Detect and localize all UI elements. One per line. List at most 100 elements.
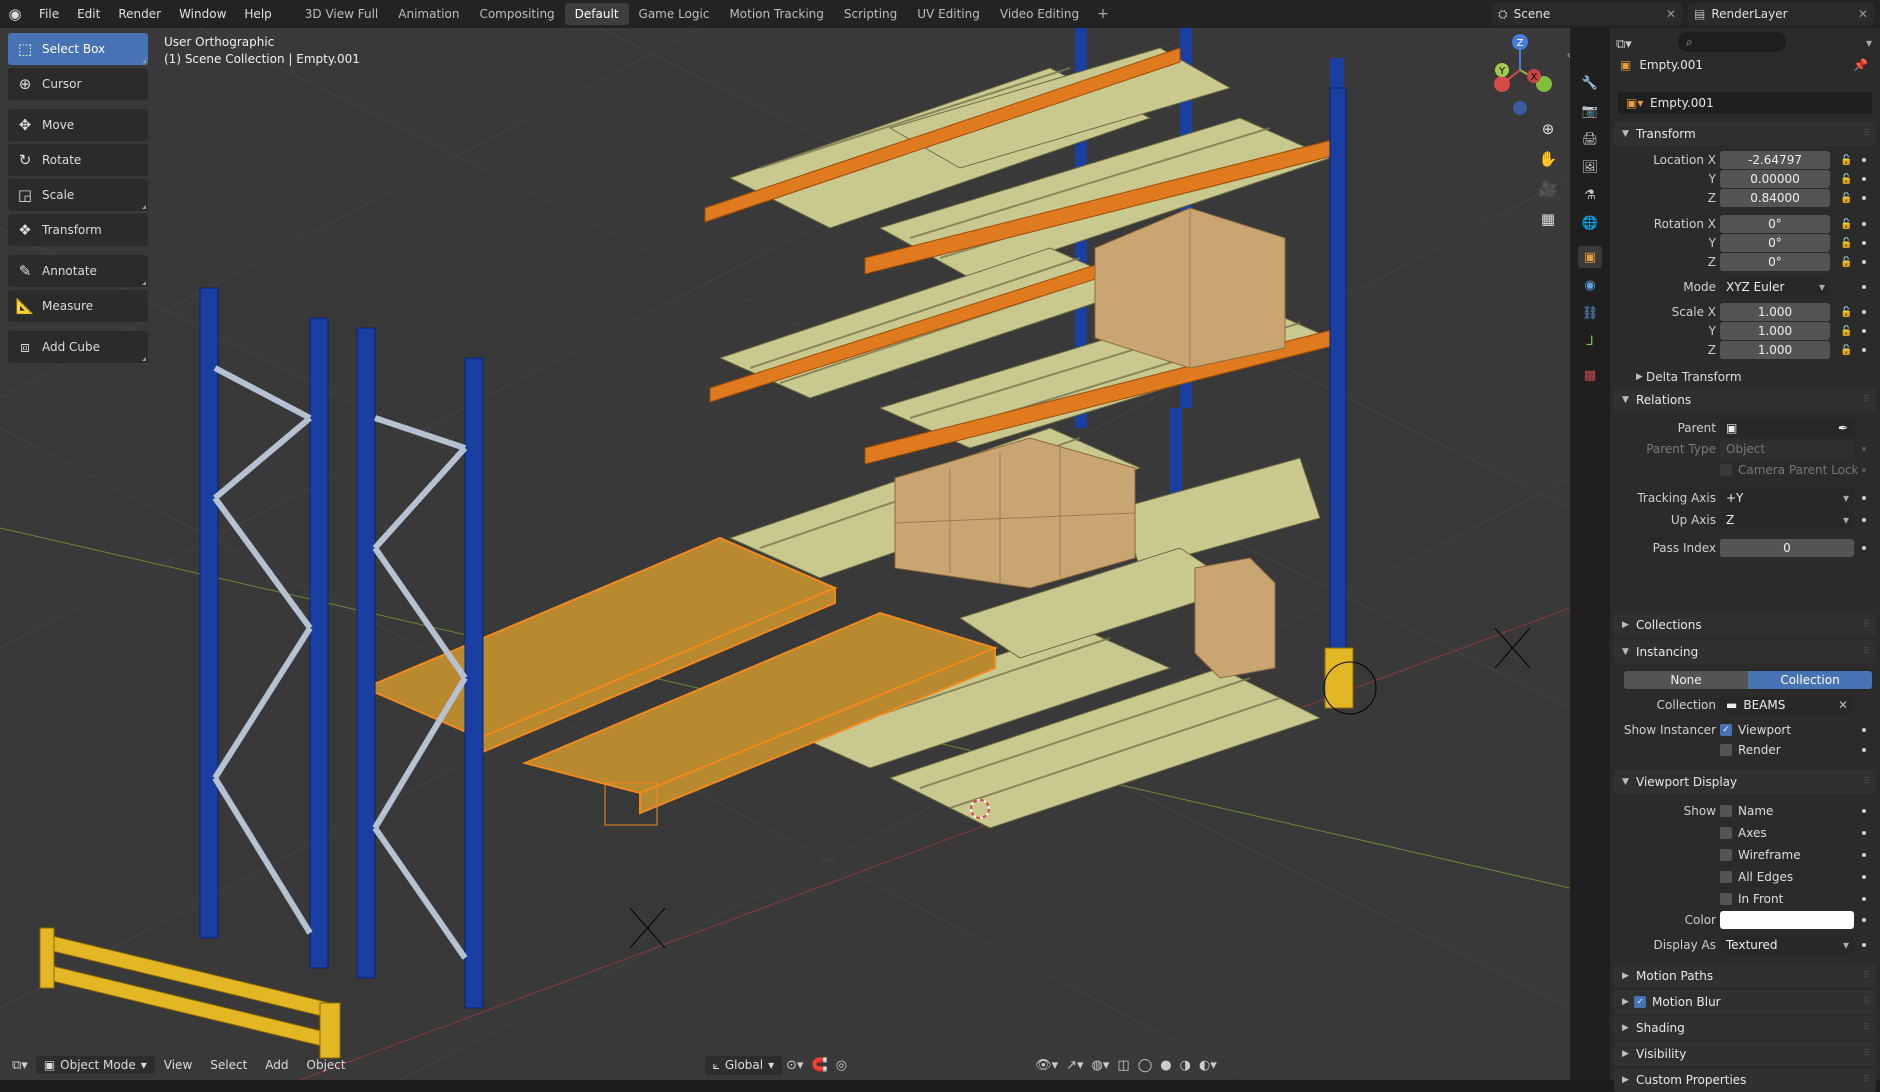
keyframe-dot[interactable]: [1862, 943, 1866, 947]
rotation-mode-dropdown[interactable]: XYZ Euler ▾: [1720, 278, 1830, 296]
tool-cursor[interactable]: ⊕ Cursor: [8, 68, 148, 100]
zoom-icon[interactable]: ⊕: [1535, 116, 1561, 142]
location-y-field[interactable]: 0.00000: [1720, 170, 1830, 188]
close-icon[interactable]: ✕: [1858, 7, 1874, 21]
visibility-icon[interactable]: 👁▾: [1031, 1058, 1062, 1073]
orientation-dropdown[interactable]: ⟀ Global ▾: [704, 1055, 783, 1075]
panel-transform[interactable]: ▼ Transform ⠿: [1614, 122, 1876, 146]
grip-icon[interactable]: ⠿: [1863, 620, 1870, 630]
keyframe-dot[interactable]: [1862, 285, 1866, 289]
keyframe-dot[interactable]: [1862, 196, 1866, 200]
lock-icon[interactable]: 🔓: [1840, 155, 1852, 166]
keyframe-dot[interactable]: [1862, 496, 1866, 500]
scale-x-field[interactable]: 1.000: [1720, 303, 1830, 321]
tab-scripting[interactable]: Scripting: [834, 3, 907, 25]
tab-3d-view-full[interactable]: 3D View Full: [295, 3, 389, 25]
instancing-none-button[interactable]: None: [1624, 671, 1748, 689]
view-layer-name[interactable]: RenderLayer: [1711, 7, 1787, 21]
panel-motion-paths[interactable]: ▶ Motion Paths ⠿: [1614, 964, 1876, 988]
menu-select[interactable]: Select: [201, 1058, 256, 1072]
instancing-collection-button[interactable]: Collection: [1748, 671, 1872, 689]
eyedropper-icon[interactable]: ✒: [1838, 419, 1848, 437]
close-icon[interactable]: ✕: [1838, 696, 1848, 714]
keyframe-dot[interactable]: [1862, 897, 1866, 901]
menu-file[interactable]: File: [30, 0, 68, 28]
camera-icon[interactable]: 🎥: [1535, 176, 1561, 202]
world-tab-icon[interactable]: 🌐: [1578, 212, 1602, 234]
constraints-tab-icon[interactable]: ⛓: [1578, 302, 1602, 324]
panel-relations[interactable]: ▼ Relations ⠿: [1614, 388, 1876, 412]
editor-type-icon[interactable]: ⧉▾: [8, 1058, 32, 1073]
show-name-checkbox[interactable]: [1720, 805, 1732, 817]
keyframe-dot[interactable]: [1862, 468, 1866, 472]
lock-icon[interactable]: 🔓: [1840, 238, 1852, 249]
view-layer-selector[interactable]: ▤ RenderLayer ✕: [1688, 3, 1874, 25]
tab-compositing[interactable]: Compositing: [469, 3, 564, 25]
subpanel-delta-transform[interactable]: ▶ Delta Transform: [1614, 367, 1876, 387]
keyframe-dot[interactable]: [1862, 853, 1866, 857]
shading-material-icon[interactable]: ◑: [1176, 1058, 1195, 1073]
panel-shading[interactable]: ▶ Shading ⠿: [1614, 1016, 1876, 1040]
tab-motion-tracking[interactable]: Motion Tracking: [719, 3, 833, 25]
tool-add-cube[interactable]: ⧈ Add Cube: [8, 331, 148, 363]
show-in-front-checkbox[interactable]: [1720, 893, 1732, 905]
keyframe-dot[interactable]: [1862, 447, 1866, 451]
lock-icon[interactable]: 🔓: [1840, 345, 1852, 356]
snap-icon[interactable]: 🧲: [808, 1058, 832, 1073]
panel-collections[interactable]: ▶ Collections ⠿: [1614, 613, 1876, 637]
tracking-axis-dropdown[interactable]: +Y ▾: [1720, 489, 1854, 507]
tool-rotate[interactable]: ↻ Rotate: [8, 144, 148, 176]
menu-help[interactable]: Help: [235, 0, 280, 28]
keyframe-dot[interactable]: [1862, 809, 1866, 813]
scale-z-field[interactable]: 1.000: [1720, 341, 1830, 359]
tool-tab-icon[interactable]: 🔧: [1578, 72, 1602, 94]
keyframe-dot[interactable]: [1862, 831, 1866, 835]
menu-edit[interactable]: Edit: [68, 0, 109, 28]
lock-icon[interactable]: 🔓: [1840, 174, 1852, 185]
keyframe-dot[interactable]: [1862, 241, 1866, 245]
panel-visibility[interactable]: ▶ Visibility ⠿: [1614, 1042, 1876, 1066]
tab-video-editing[interactable]: Video Editing: [990, 3, 1089, 25]
overlay-icon[interactable]: ◍▾: [1088, 1058, 1114, 1073]
add-workspace-button[interactable]: +: [1089, 6, 1117, 22]
scene-render[interactable]: [0, 28, 1570, 1080]
grid-icon[interactable]: ▦: [1535, 206, 1561, 232]
blender-logo-icon[interactable]: ◉: [0, 0, 30, 28]
location-x-field[interactable]: -2.64797: [1720, 151, 1830, 169]
data-tab-icon[interactable]: ⅃: [1578, 330, 1602, 352]
lock-icon[interactable]: 🔓: [1840, 326, 1852, 337]
shading-rendered-icon[interactable]: ◐▾: [1195, 1058, 1221, 1073]
up-axis-dropdown[interactable]: Z ▾: [1720, 511, 1854, 529]
tool-transform[interactable]: ❖ Transform: [8, 214, 148, 246]
keyframe-dot[interactable]: [1862, 875, 1866, 879]
grip-icon[interactable]: ⠿: [1863, 971, 1870, 981]
chevron-down-icon[interactable]: ▾: [1866, 36, 1872, 50]
tool-annotate[interactable]: ✎ Annotate: [8, 255, 148, 287]
mode-dropdown[interactable]: ▣ Object Mode ▾: [35, 1056, 155, 1074]
pass-index-field[interactable]: 0: [1720, 539, 1854, 557]
keyframe-dot[interactable]: [1862, 260, 1866, 264]
editor-type-icon[interactable]: ⧉▾: [1616, 37, 1632, 52]
scene-name[interactable]: Scene: [1514, 7, 1551, 21]
rotation-y-field[interactable]: 0°: [1720, 234, 1830, 252]
navigation-gizmo[interactable]: Z Y X: [1482, 32, 1562, 122]
gizmo-toggle-icon[interactable]: ↗▾: [1062, 1058, 1087, 1073]
pin-icon[interactable]: 📌: [1853, 58, 1868, 72]
grip-icon[interactable]: ⠿: [1863, 997, 1870, 1007]
rotation-z-field[interactable]: 0°: [1720, 253, 1830, 271]
grip-icon[interactable]: ⠿: [1863, 1023, 1870, 1033]
xray-icon[interactable]: ◫: [1113, 1058, 1133, 1073]
proportional-edit-icon[interactable]: ◎: [832, 1058, 851, 1073]
keyframe-dot[interactable]: [1862, 918, 1866, 922]
3d-viewport[interactable]: ⬚ Select Box ⊕ Cursor ✥ Move ↻ Rotate ◲ Scale…: [0, 28, 1570, 1080]
grip-icon[interactable]: ⠿: [1863, 1075, 1870, 1085]
keyframe-dot[interactable]: [1862, 329, 1866, 333]
panel-viewport-display[interactable]: ▼ Viewport Display ⠿: [1614, 770, 1876, 794]
menu-add[interactable]: Add: [256, 1058, 297, 1072]
show-wireframe-checkbox[interactable]: [1720, 849, 1732, 861]
rotation-x-field[interactable]: 0°: [1720, 215, 1830, 233]
object-tab-icon[interactable]: ▣: [1578, 246, 1602, 268]
tab-uv-editing[interactable]: UV Editing: [907, 3, 990, 25]
keyframe-dot[interactable]: [1862, 728, 1866, 732]
close-icon[interactable]: ✕: [1666, 7, 1682, 21]
